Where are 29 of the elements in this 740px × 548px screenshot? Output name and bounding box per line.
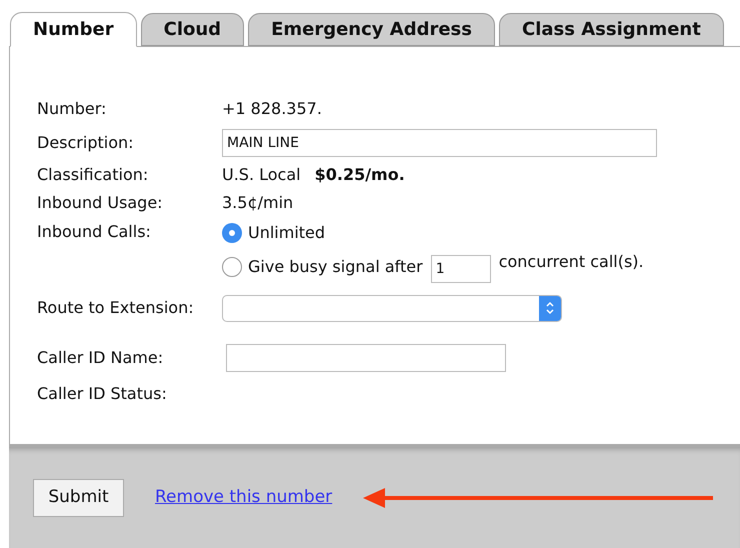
tab[interactable]: Number [10,12,137,47]
radio-suffix: concurrent call(s). [498,251,644,273]
field-label: Classification: [37,164,150,186]
extension-select[interactable] [222,294,562,322]
tab[interactable]: Emergency Address [248,13,495,46]
field-label: Number: [37,98,108,120]
field-label: Inbound Calls: [37,221,152,243]
select-stepper-icon [539,296,561,320]
usage-rate: 3.5¢/min [222,192,294,214]
submit-button[interactable]: Submit [33,478,124,516]
call-count-field[interactable]: 1 [430,255,491,283]
tab[interactable]: Cloud [140,13,244,46]
radio-button[interactable] [222,257,242,277]
arrow-icon [363,486,714,510]
phone-number: +1 828.357. [222,98,322,120]
classification-value: U.S. Local [222,164,301,186]
remove-number-link[interactable]: Remove this number [155,484,332,510]
field-label: Inbound Usage: [37,192,164,214]
field-label: Route to Extension: [37,297,195,319]
field-label: Caller ID Name: [37,347,164,369]
monthly-price: $0.25/mo. [314,164,405,186]
description-field[interactable]: MAIN LINE [222,129,657,157]
field-label: Description: [37,132,135,154]
radio-label: Give busy signal after [248,256,423,278]
radio-button[interactable] [222,223,242,243]
field-label: Caller ID Status: [37,383,168,405]
tab[interactable]: Class Assignment [499,13,724,46]
caller-id-name-field[interactable] [226,344,506,372]
radio-label: Unlimited [248,222,326,244]
